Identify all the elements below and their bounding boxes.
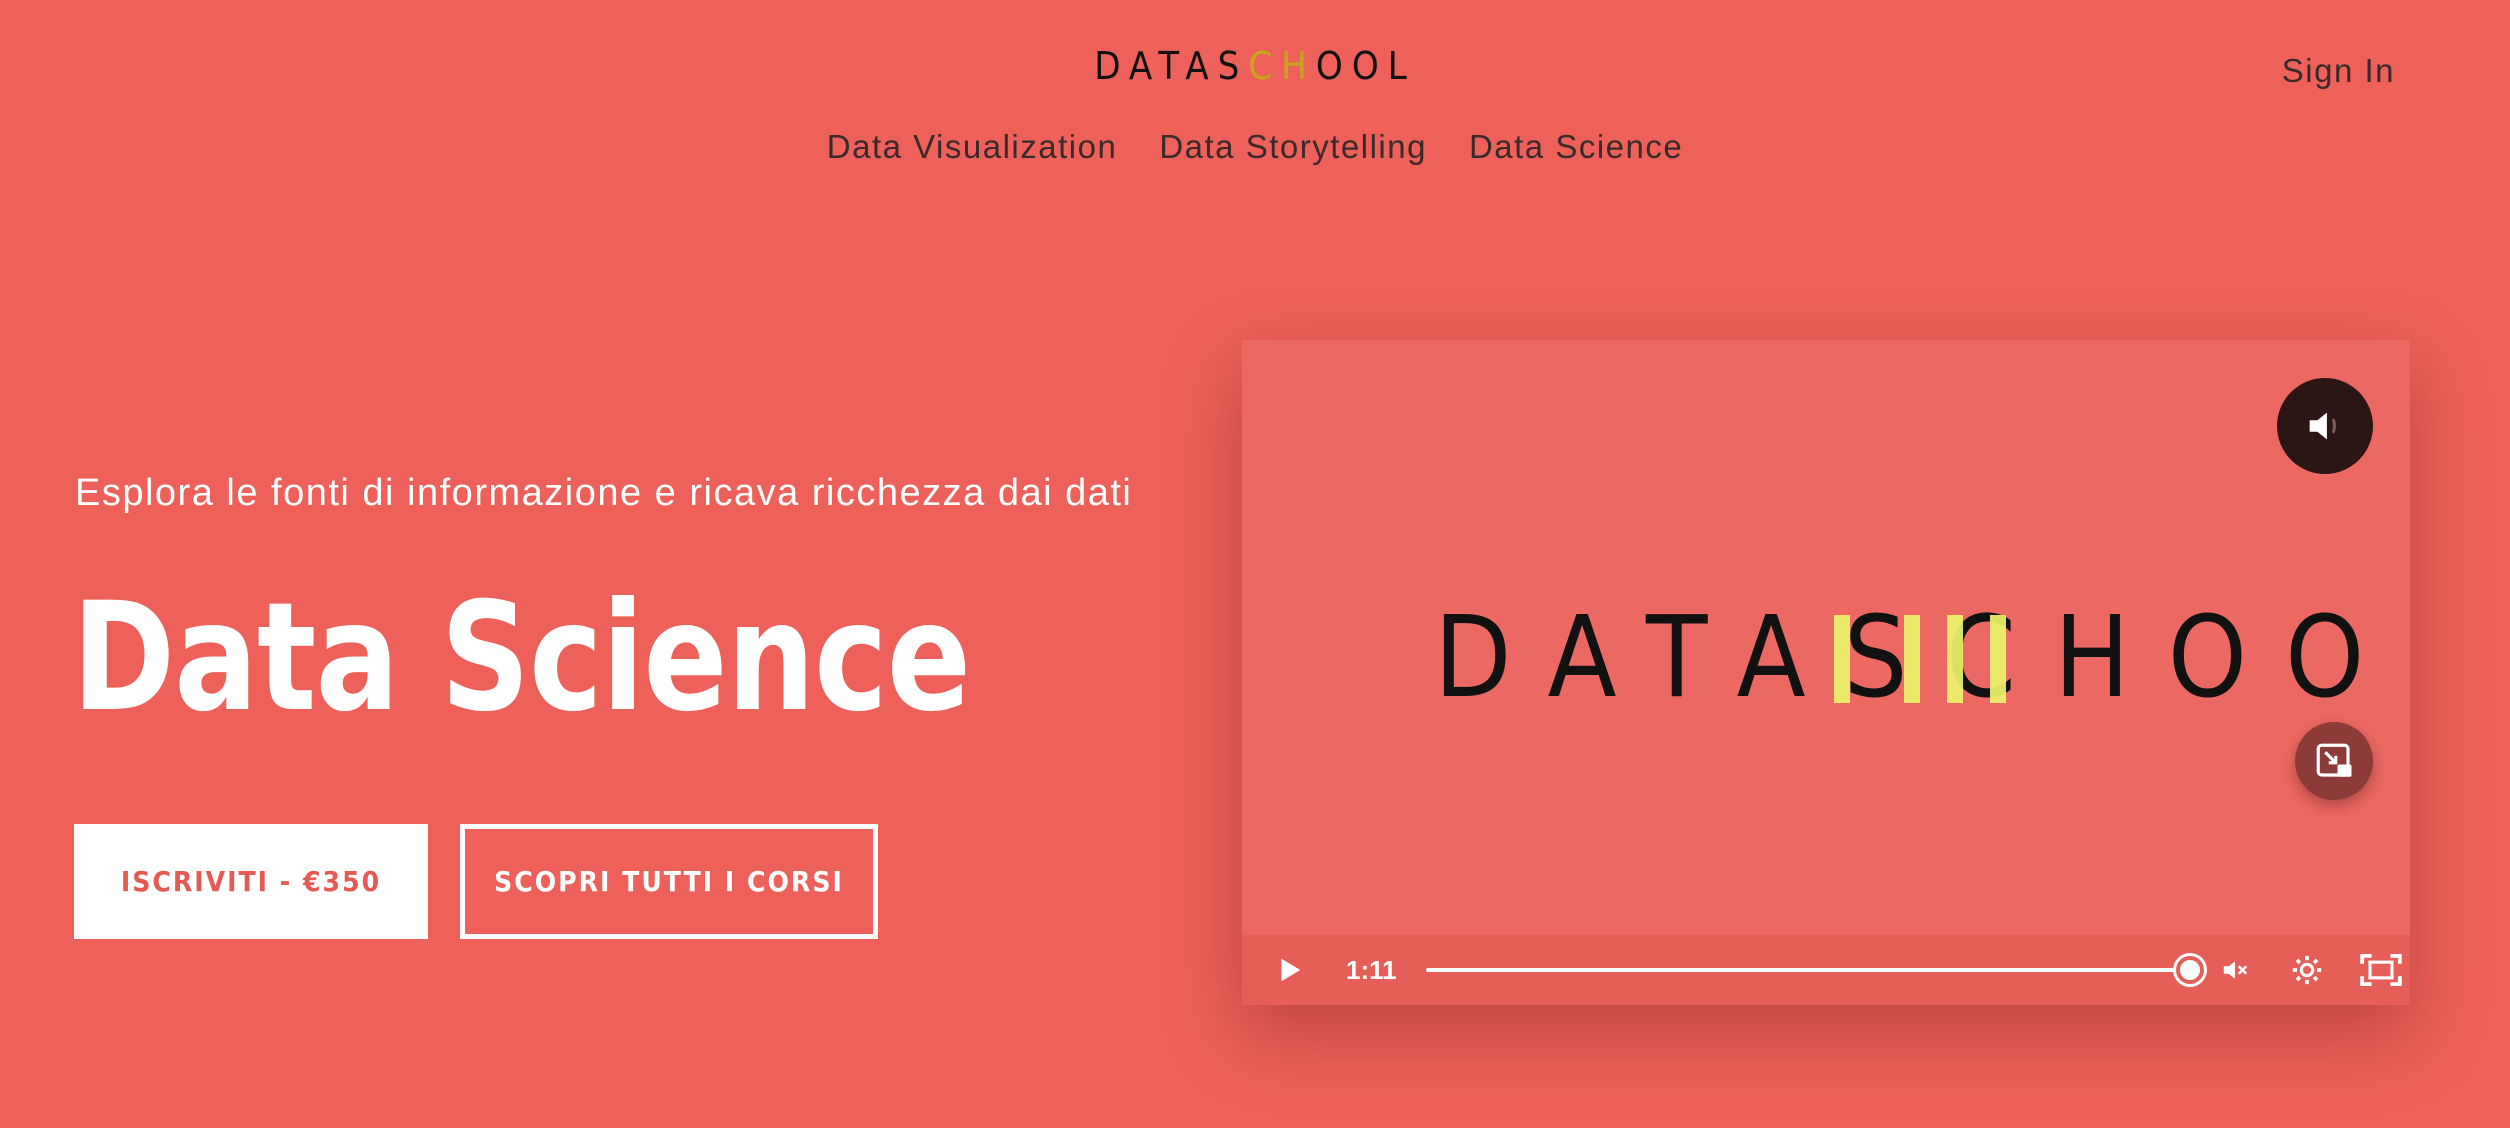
video-logo-glitch bbox=[1947, 615, 1963, 703]
fullscreen-button[interactable] bbox=[2356, 945, 2406, 995]
video-player[interactable]: DATASCHOOL 1:11 bbox=[1242, 340, 2410, 1005]
volume-button[interactable] bbox=[2212, 947, 2258, 993]
main-nav: Data Visualization Data Storytelling Dat… bbox=[0, 128, 2510, 166]
logo-accent-h: H bbox=[1281, 44, 1316, 88]
page-title: Data Science bbox=[72, 571, 971, 745]
logo-text-start: DATAS bbox=[1094, 44, 1249, 88]
fullscreen-icon bbox=[2360, 953, 2402, 987]
video-controls-bar: 1:11 bbox=[1242, 935, 2410, 1005]
video-logo-glitch bbox=[1990, 615, 2006, 703]
unmute-button[interactable] bbox=[2277, 378, 2373, 474]
hero-subtitle: Esplora le fonti di informazione e ricav… bbox=[75, 472, 1133, 514]
video-logo-glitch bbox=[1834, 615, 1850, 703]
nav-data-storytelling[interactable]: Data Storytelling bbox=[1159, 128, 1427, 166]
sign-in-link[interactable]: Sign In bbox=[2282, 52, 2395, 90]
settings-button[interactable] bbox=[2284, 947, 2330, 993]
video-progress-bar[interactable] bbox=[1426, 950, 2205, 990]
progress-handle[interactable] bbox=[2176, 956, 2205, 984]
picture-in-picture-button[interactable] bbox=[2295, 722, 2373, 800]
video-time: 1:11 bbox=[1346, 954, 1397, 985]
video-logo-text: DATASCHOOL bbox=[1434, 593, 2410, 723]
play-icon bbox=[1281, 958, 1301, 982]
all-courses-button[interactable]: SCOPRI TUTTI I CORSI bbox=[460, 824, 878, 939]
nav-data-science[interactable]: Data Science bbox=[1469, 128, 1683, 166]
progress-track bbox=[1426, 968, 2198, 972]
speaker-icon bbox=[2309, 412, 2336, 440]
nav-data-visualization[interactable]: Data Visualization bbox=[827, 128, 1118, 166]
play-button[interactable] bbox=[1264, 945, 1314, 995]
video-logo-glitch bbox=[1904, 615, 1920, 703]
enroll-button[interactable]: ISCRIVITI - €350 bbox=[74, 824, 428, 939]
logo-text-end: OOL bbox=[1315, 44, 1416, 88]
picture-in-picture-icon bbox=[2316, 743, 2352, 777]
logo-accent-c: C bbox=[1248, 44, 1282, 88]
site-logo[interactable]: DATASCHOOL bbox=[0, 42, 2510, 90]
volume-muted-icon bbox=[2223, 961, 2248, 979]
gear-icon bbox=[2292, 955, 2322, 985]
